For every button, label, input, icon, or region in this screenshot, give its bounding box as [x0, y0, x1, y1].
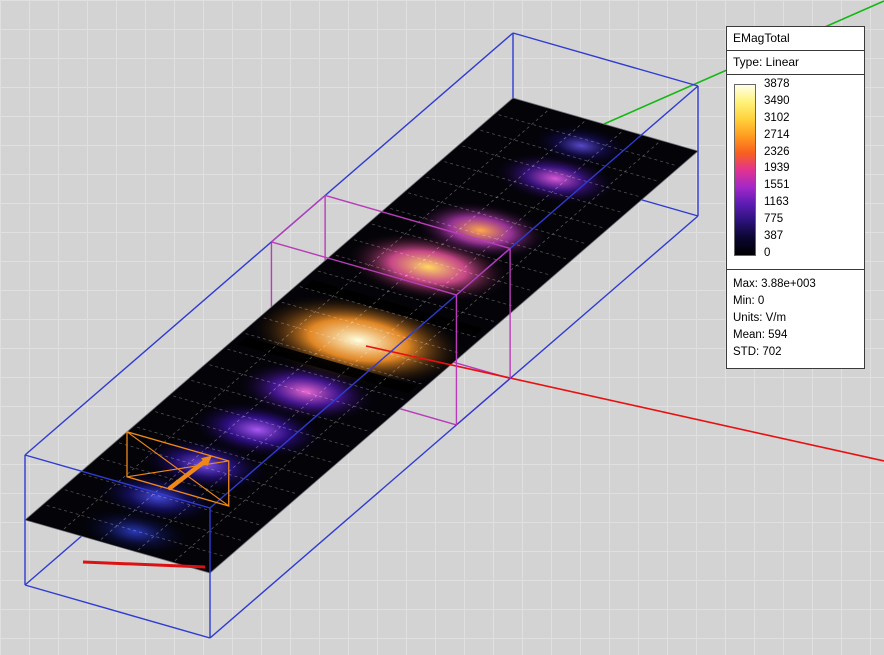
stat-line: Max: 3.88e+003: [733, 276, 858, 293]
colorbar-labels: 3878 3490 3102 2714 2326 1939 1551 1163 775 387 0: [764, 79, 790, 259]
scale-value: 1551: [764, 180, 790, 191]
scale-value: 3878: [764, 79, 790, 90]
stat-line: Units: V/m: [733, 310, 858, 327]
legend-title: EMagTotal: [727, 27, 864, 51]
legend-stats: Max: 3.88e+003Min: 0Units: V/mMean: 594S…: [727, 270, 864, 368]
waveguide-edge: [513, 33, 698, 86]
stat-line: STD: 702: [733, 344, 858, 361]
field-legend: EMagTotal Type: Linear 3878 3490 3102 2714 2…: [726, 26, 865, 369]
scale-value: 3490: [764, 96, 790, 107]
mesh-line: [101, 121, 585, 540]
colorbar: [734, 84, 756, 256]
scale-value: 387: [764, 231, 790, 242]
stat-line: Mean: 594: [733, 327, 858, 344]
scale-value: 0: [764, 248, 790, 259]
scale-value: 2326: [764, 147, 790, 158]
field-plane[interactable]: [25, 98, 698, 573]
mesh-line: [138, 131, 622, 550]
viewport-3d[interactable]: EMagTotal Type: Linear 3878 3490 3102 2714 2…: [0, 0, 884, 655]
stat-line: Min: 0: [733, 293, 858, 310]
waveguide-edge: [25, 585, 210, 638]
scale-value: 775: [764, 214, 790, 225]
scale-value: 1163: [764, 197, 790, 208]
inner-box-edge: [271, 195, 325, 241]
legend-type: Type: Linear: [727, 51, 864, 75]
scale-value: 1939: [764, 163, 790, 174]
scale-value: 3102: [764, 113, 790, 124]
scale-value: 2714: [764, 130, 790, 141]
legend-scale: 3878 3490 3102 2714 2326 1939 1551 1163 775 387 0: [727, 75, 864, 270]
